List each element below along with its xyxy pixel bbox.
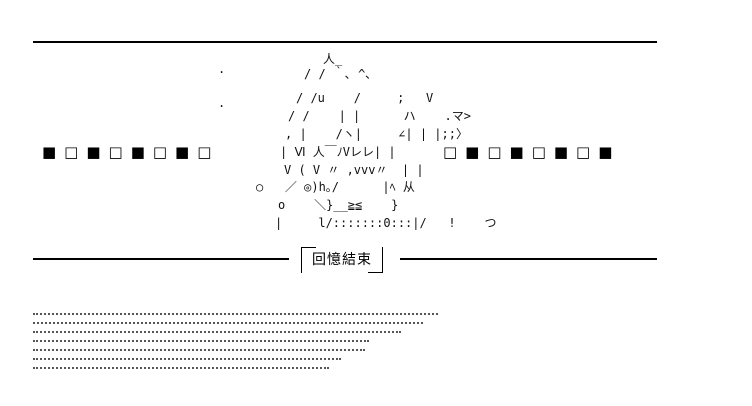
small-mark-2: .: [218, 96, 226, 110]
art-line-8: ○ ／ ◎)h｡/ |ﾍ 从: [256, 180, 415, 194]
art-line-2: / / ｀､ ^､: [304, 67, 372, 81]
dotted-line-6: [33, 358, 341, 360]
top-divider: [33, 41, 657, 43]
small-mark-1: .: [218, 62, 226, 76]
dotted-line-4: [33, 340, 369, 342]
dotted-line-3: [33, 331, 401, 333]
square-row-left: ■□■□■□■□: [42, 143, 220, 161]
dotted-line-5: [33, 349, 365, 351]
art-line-5: , | /ヽ| ∠| | |;;〉: [285, 127, 468, 141]
art-line-6: | Ⅵ 人￣ﾉVレレ| |: [280, 145, 396, 159]
art-line-10: | l/:::::::0:::|/ ! つ: [275, 216, 497, 230]
dotted-line-1: [33, 313, 438, 315]
caption-box: 回憶結束: [301, 247, 383, 273]
art-line-4: / / | | ハ .マ>: [288, 109, 471, 123]
dotted-line-7: [33, 367, 329, 369]
middle-divider-left: [33, 258, 289, 260]
middle-divider-right: [400, 258, 657, 260]
art-line-3: / /u / ; V: [296, 91, 434, 105]
art-line-1: 人_: [323, 52, 343, 66]
dotted-line-2: [33, 322, 423, 324]
art-line-7: V ( V 〃 ,vvv〃 | |: [284, 163, 424, 177]
square-row-right: □■□■□■□■: [443, 143, 621, 161]
caption-label: 回憶結束: [312, 252, 372, 268]
art-line-9: o ＼}__≧≦ }: [278, 198, 399, 212]
